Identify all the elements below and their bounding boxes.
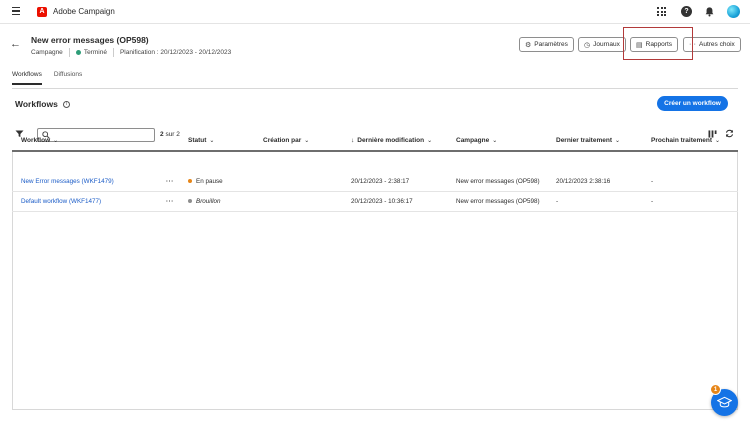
chevron-down-icon: ⌄ bbox=[53, 138, 59, 144]
column-header-statut[interactable]: Statut ⌄ bbox=[188, 137, 214, 144]
settings-icon: ⚙ bbox=[525, 41, 532, 49]
sort-arrow-icon: ↓ bbox=[351, 137, 355, 144]
workflow-link[interactable]: New Error messages (WKF1479) bbox=[21, 178, 114, 185]
tab-bar: Workflows Diffusions bbox=[12, 71, 82, 85]
autres-choix-label: Autres choix bbox=[699, 41, 735, 48]
tab-divider bbox=[12, 88, 738, 89]
last-run-cell: - bbox=[556, 198, 559, 205]
column-label: Dernière modification bbox=[357, 137, 425, 144]
tab-workflows[interactable]: Workflows bbox=[12, 71, 42, 85]
last-run-cell: 20/12/2023 2:38:16 bbox=[556, 178, 611, 185]
section-title: Workflows bbox=[15, 99, 58, 109]
column-header-campagne[interactable]: Campagne ⌄ bbox=[456, 137, 497, 144]
history-icon: ◷ bbox=[584, 41, 591, 49]
status-text: Terminé bbox=[83, 49, 107, 56]
column-label: Prochain traitement bbox=[651, 137, 713, 144]
app-switcher-icon[interactable] bbox=[656, 6, 667, 17]
adobe-logo[interactable]: A bbox=[37, 7, 47, 17]
page-title: New error messages (OP598) bbox=[31, 35, 149, 45]
campaign-type: Campagne bbox=[31, 49, 63, 56]
info-icon[interactable]: i bbox=[62, 100, 70, 108]
workflow-link[interactable]: Default workflow (WKF1477) bbox=[21, 198, 101, 205]
status-text: Brouillon bbox=[196, 198, 221, 205]
column-label: Statut bbox=[188, 137, 207, 144]
back-arrow-icon[interactable]: ← bbox=[10, 38, 21, 50]
column-header-creation-par[interactable]: Création par ⌄ bbox=[263, 137, 309, 144]
next-run-cell: - bbox=[651, 178, 654, 185]
help-icon[interactable]: ? bbox=[681, 6, 692, 17]
campaign-cell: New error messages (OP598) bbox=[456, 198, 540, 205]
divider bbox=[68, 48, 70, 57]
top-bar: A Adobe Campaign ? bbox=[0, 0, 750, 24]
notification-badge: 1 bbox=[710, 384, 721, 395]
status-text: En pause bbox=[196, 178, 223, 185]
highlight-annotation bbox=[623, 27, 693, 60]
modified-cell: 20/12/2023 - 10:36:17 bbox=[351, 198, 413, 205]
campaign-summary: Campagne Terminé Planification : 20/12/2… bbox=[31, 48, 231, 57]
column-label: Dernier traitement bbox=[556, 137, 612, 144]
graduation-cap-icon bbox=[717, 396, 732, 408]
column-label: Campagne bbox=[456, 137, 490, 144]
user-avatar[interactable] bbox=[727, 5, 740, 18]
modified-cell: 20/12/2023 - 2:38:17 bbox=[351, 178, 410, 185]
section-header: Workflows i bbox=[15, 99, 70, 109]
tab-diffusions[interactable]: Diffusions bbox=[54, 71, 82, 85]
next-run-cell: - bbox=[651, 198, 654, 205]
divider bbox=[112, 48, 114, 57]
table-row[interactable]: Default workflow (WKF1477) ··· Brouillon… bbox=[12, 192, 738, 212]
column-label: Création par bbox=[263, 137, 302, 144]
hamburger-menu-icon[interactable] bbox=[12, 7, 20, 15]
column-header-prochain-traitement[interactable]: Prochain traitement ⌄ bbox=[651, 137, 720, 144]
parametres-label: Paramètres bbox=[534, 41, 568, 48]
app-name: Adobe Campaign bbox=[53, 7, 115, 16]
column-header-workflow[interactable]: Workflow ⌄ bbox=[21, 137, 58, 144]
chevron-down-icon: ⌄ bbox=[427, 138, 433, 144]
column-header-derniere-modification[interactable]: ↓ Dernière modification ⌄ bbox=[351, 137, 432, 144]
campaign-cell: New error messages (OP598) bbox=[456, 178, 540, 185]
status-cell: Brouillon bbox=[188, 198, 221, 205]
chevron-down-icon: ⌄ bbox=[615, 138, 621, 144]
status-cell: En pause bbox=[188, 178, 223, 185]
chevron-down-icon: ⌄ bbox=[209, 138, 215, 144]
row-more-button[interactable]: ··· bbox=[166, 178, 174, 185]
table-header: Workflow ⌄ Statut ⌄ Création par ⌄ ↓ Dernièr… bbox=[12, 131, 738, 152]
status-dot-icon bbox=[188, 199, 192, 204]
row-more-button[interactable]: ··· bbox=[166, 198, 174, 205]
table-row[interactable]: New Error messages (WKF1479) ··· En paus… bbox=[12, 172, 738, 192]
status-dot-icon bbox=[75, 49, 81, 55]
journaux-label: Journaux bbox=[593, 41, 620, 48]
create-workflow-button[interactable]: Créer un workflow bbox=[657, 96, 728, 111]
chevron-down-icon: ⌄ bbox=[492, 138, 498, 144]
chevron-down-icon: ⌄ bbox=[304, 138, 310, 144]
status-dot-icon bbox=[188, 179, 192, 184]
parametres-button[interactable]: ⚙ Paramètres bbox=[519, 37, 574, 52]
status-badge: Terminé bbox=[75, 49, 107, 56]
column-label: Workflow bbox=[21, 137, 51, 144]
schedule-text: Planification : 20/12/2023 - 20/12/2023 bbox=[119, 49, 232, 56]
column-header-dernier-traitement[interactable]: Dernier traitement ⌄ bbox=[556, 137, 620, 144]
bell-icon[interactable] bbox=[704, 6, 715, 17]
chevron-down-icon: ⌄ bbox=[715, 138, 721, 144]
journaux-button[interactable]: ◷ Journaux bbox=[578, 37, 626, 52]
